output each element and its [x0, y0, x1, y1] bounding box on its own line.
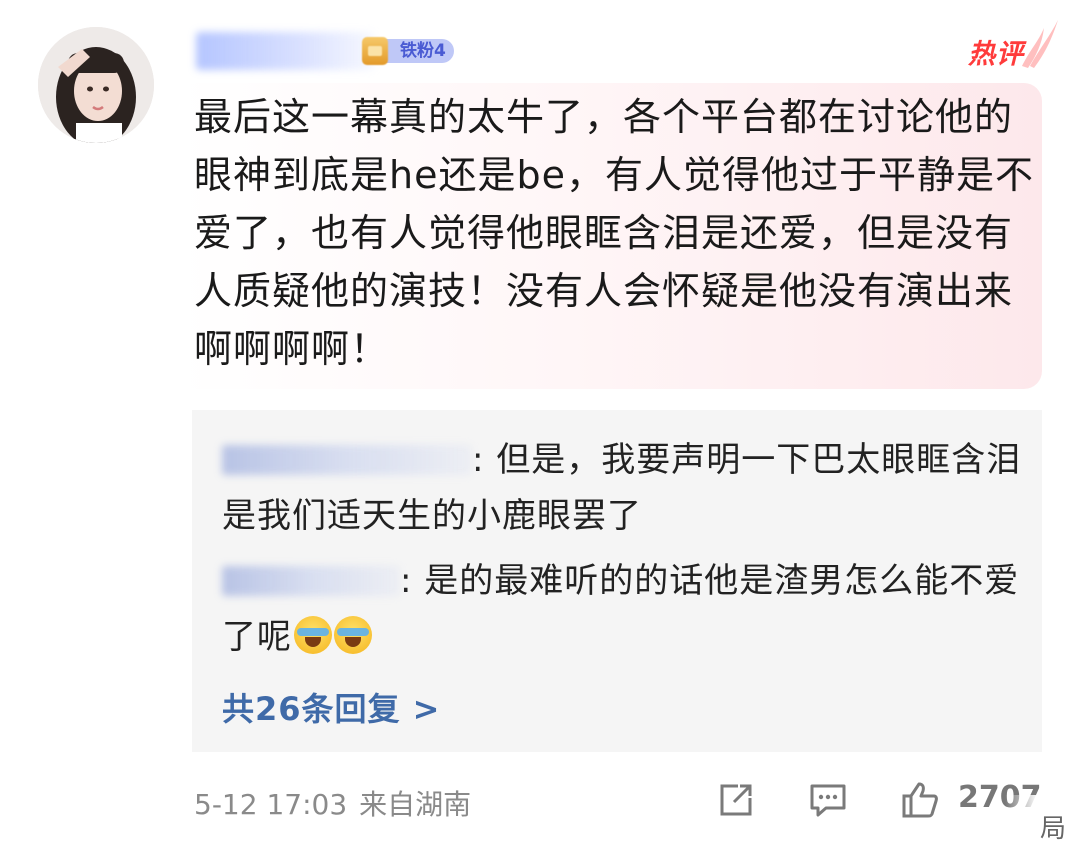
- share-icon[interactable]: [716, 780, 756, 820]
- crying-laugh-emoji: [334, 616, 372, 654]
- view-all-replies-link[interactable]: 共26条回复 >: [222, 684, 441, 730]
- username-obscured[interactable]: [196, 32, 374, 70]
- comment-meta: 5-12 17:03 来自湖南: [194, 783, 471, 823]
- hot-comment-tag: 热评: [968, 39, 1024, 70]
- watermark-text: 局: [1040, 814, 1067, 842]
- comment-text[interactable]: 最后这一幕真的太牛了，各个平台都在讨论他的眼神到底是he还是be，有人觉得他过于…: [194, 88, 1034, 378]
- avatar-image: [38, 27, 154, 143]
- comment-timestamp: 5-12 17:03: [194, 788, 348, 821]
- reply-item[interactable]: : 是的最难听的的话他是渣男怎么能不爱了呢: [222, 553, 1022, 665]
- reply-item[interactable]: : 但是，我要声明一下巴太眼眶含泪是我们适天生的小鹿眼罢了: [222, 432, 1022, 544]
- user-avatar[interactable]: [38, 27, 154, 143]
- fan-level-badge[interactable]: 铁粉4: [362, 36, 462, 66]
- crying-laugh-emoji: [294, 616, 332, 654]
- fan-medal-icon: [362, 37, 388, 65]
- like-icon[interactable]: [900, 780, 940, 820]
- reply-username-obscured[interactable]: [222, 566, 400, 596]
- reply-username-obscured[interactable]: [222, 445, 472, 475]
- comment-icon[interactable]: [808, 780, 848, 820]
- comment-location: 来自湖南: [359, 788, 472, 821]
- fan-badge-label: 铁粉4: [386, 39, 454, 63]
